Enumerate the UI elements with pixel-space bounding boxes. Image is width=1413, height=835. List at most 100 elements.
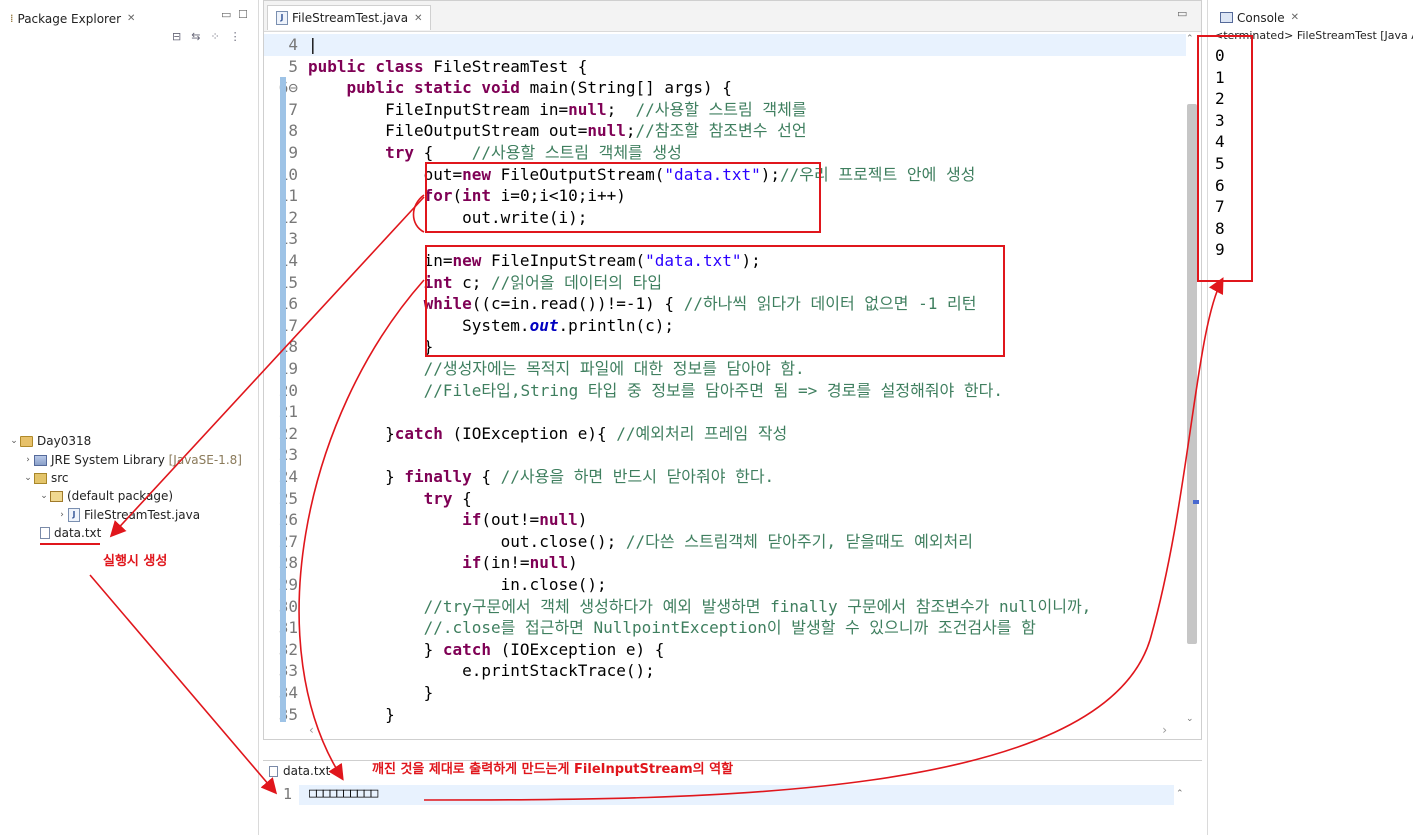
code-text: if(out!=null) <box>462 510 588 530</box>
minimize-icon[interactable]: ▭ <box>1177 7 1187 20</box>
text-cursor: | <box>308 35 318 54</box>
package-explorer-view: ⁞ Package Explorer ✕ ▭ ☐ ⊟ ⇆ ⁘ ⋮ ⌄ Day03… <box>0 0 259 835</box>
code-text: out.close(); //다쓴 스트림객체 닫아주기, 닫을때도 예외처리 <box>308 531 974 551</box>
tree-item-java-file[interactable]: › J FileStreamTest.java <box>56 506 200 524</box>
java-file-icon: J <box>68 508 80 522</box>
vertical-scrollbar[interactable]: ⌃ <box>1176 785 1188 835</box>
chevron-down-icon[interactable]: ⌄ <box>38 491 50 501</box>
library-icon <box>34 454 47 466</box>
explorer-tabbar: ⁞ Package Explorer ✕ ▭ ☐ <box>0 0 258 30</box>
editor-tab-label: FileStreamTest.java <box>292 11 409 25</box>
scroll-down-icon[interactable]: ⌄ <box>1186 714 1194 724</box>
code-line[interactable]: 24 } finally { //사용을 하면 반드시 닫아줘야 한다. <box>264 466 1186 488</box>
code-line[interactable]: 25 try { <box>264 488 1186 510</box>
close-icon[interactable]: ✕ <box>414 13 422 24</box>
code-line[interactable]: 32 } catch (IOException e) { <box>264 639 1186 661</box>
code-line[interactable]: 31 //.close를 접근하면 NullpointException이 발생… <box>264 617 1186 639</box>
chevron-right-icon[interactable]: › <box>56 510 68 520</box>
maximize-icon[interactable]: ☐ <box>238 8 248 21</box>
chevron-down-icon[interactable]: ⌄ <box>8 436 20 446</box>
code-line[interactable]: 4 | <box>264 34 1186 56</box>
close-icon[interactable]: ✕ <box>127 13 135 24</box>
code-line[interactable]: 9 try { //사용할 스트림 객체를 생성 <box>264 142 1186 164</box>
code-text: } <box>308 337 434 357</box>
code-text: if(in!=null) <box>462 553 578 573</box>
code-line[interactable]: 6⊖ public static void main(String[] args… <box>264 77 1186 99</box>
package-icon <box>50 490 63 502</box>
annotation-underline <box>40 543 100 545</box>
annotation-created-on-run: 실행시 생성 <box>103 554 168 569</box>
project-label: Day0318 <box>37 434 92 448</box>
code-line[interactable]: 22 }catch (IOException e){ //예외처리 프레임 작성 <box>264 423 1186 445</box>
package-label: (default package) <box>67 489 174 503</box>
code-line[interactable]: 34 } <box>264 682 1186 704</box>
minimize-icon[interactable]: ▭ <box>221 8 231 21</box>
code-line[interactable]: 29 in.close(); <box>264 574 1186 596</box>
code-line[interactable]: 28 if(in!=null) <box>264 552 1186 574</box>
view-menu-icon[interactable]: ⋮ <box>230 30 241 43</box>
code-line[interactable]: 26 if(out!=null) <box>264 509 1186 531</box>
editor-tabbar: J FileStreamTest.java ✕ ▭ <box>264 1 1201 32</box>
source-folder-icon <box>34 472 47 484</box>
tab-console[interactable]: Console ✕ <box>1212 5 1307 30</box>
chevron-right-icon[interactable]: › <box>22 455 34 465</box>
code-text: try { //사용할 스트림 객체를 생성 <box>385 143 682 162</box>
code-line[interactable]: 30 //try구문에서 객체 생성하다가 예외 발생하면 finally 구문… <box>264 596 1186 618</box>
tree-item-data-file[interactable]: data.txt <box>40 524 101 542</box>
src-label: src <box>51 471 69 485</box>
code-text: } <box>308 683 434 702</box>
line-number: 4 <box>288 35 298 54</box>
change-ruler <box>280 77 286 722</box>
text-file-icon <box>269 765 278 777</box>
overview-marker[interactable] <box>1193 500 1199 504</box>
tree-item-package[interactable]: ⌄ (default package) <box>38 487 173 505</box>
close-icon[interactable]: ✕ <box>1291 12 1299 23</box>
code-text: e.printStackTrace(); <box>308 661 655 681</box>
scroll-left-icon[interactable]: ‹ <box>309 723 314 737</box>
code-line[interactable]: 33 e.printStackTrace(); <box>264 660 1186 682</box>
code-area[interactable]: 4 | 5 public class FileStreamTest {6⊖ publi… <box>264 34 1186 724</box>
current-line-highlight <box>299 785 1174 805</box>
code-line[interactable]: 35 } <box>264 704 1186 724</box>
tree-item-src[interactable]: ⌄ src <box>22 469 69 487</box>
scrollbar-thumb[interactable] <box>1187 104 1197 644</box>
tab-package-explorer[interactable]: ⁞ Package Explorer ✕ <box>2 6 143 31</box>
data-tab-label: data.txt <box>283 764 331 778</box>
console-title: Console <box>1237 10 1285 25</box>
code-text: //생성자에는 목적지 파일에 대한 정보를 담아야 함. <box>423 359 805 378</box>
code-text: } <box>308 704 395 724</box>
project-folder-icon <box>20 435 33 447</box>
tab-filestreamtest[interactable]: J FileStreamTest.java ✕ <box>267 5 432 30</box>
code-text: //try구문에서 객체 생성하다가 예외 발생하면 finally 구문에서 … <box>423 596 1092 616</box>
code-text: public static void main(String[] args) { <box>346 78 732 98</box>
scroll-up-icon[interactable]: ⌃ <box>1176 789 1184 799</box>
highlight-box-output <box>425 162 821 233</box>
tab-data-file[interactable]: data.txt <box>269 764 330 778</box>
java-editor: J FileStreamTest.java ✕ ▭ 4 | 5 public clas… <box>263 0 1202 740</box>
code-line[interactable]: 21 <box>264 401 1186 423</box>
data-file-content[interactable]: □□□□□□□□□□ <box>309 786 378 801</box>
code-line[interactable]: 20 //File타입,String 타입 중 정보를 담아주면 됨 => 경로… <box>264 380 1186 402</box>
code-text: public class FileStreamTest { <box>308 56 588 76</box>
line-number: 5 <box>288 56 298 76</box>
code-text: FileOutputStream out=null;//참조할 참조변수 선언 <box>308 121 807 141</box>
code-line[interactable]: 23 <box>264 444 1186 466</box>
tree-item-project[interactable]: ⌄ Day0318 <box>8 432 91 450</box>
horizontal-scrollbar[interactable]: ‹ › <box>309 723 1167 737</box>
tree-item-jre[interactable]: › JRE System Library [JavaSE-1.8] <box>22 451 242 469</box>
code-line[interactable]: 8 FileOutputStream out=null;//참조할 참조변수 선… <box>264 120 1186 142</box>
chevron-down-icon[interactable]: ⌄ <box>22 473 34 483</box>
scroll-up-icon[interactable]: ⌃ <box>1186 34 1194 44</box>
focus-icon[interactable]: ⁘ <box>210 30 219 43</box>
package-explorer-icon: ⁞ <box>10 12 14 25</box>
explorer-toolbar: ⊟ ⇆ ⁘ ⋮ <box>172 30 241 43</box>
code-text: in.close(); <box>308 575 607 594</box>
collapse-all-icon[interactable]: ⊟ <box>172 30 181 43</box>
link-with-editor-icon[interactable]: ⇆ <box>191 30 200 43</box>
code-line[interactable]: 19 //생성자에는 목적지 파일에 대한 정보를 담아야 함. <box>264 358 1186 380</box>
scroll-right-icon[interactable]: › <box>1162 723 1167 737</box>
code-line[interactable]: 27 out.close(); //다쓴 스트림객체 닫아주기, 닫을때도 예외… <box>264 531 1186 553</box>
highlight-box-input <box>425 245 1005 357</box>
code-line[interactable]: 7 FileInputStream in=null; //사용할 스트림 객체를 <box>264 99 1186 121</box>
code-line[interactable]: 5 public class FileStreamTest { <box>264 56 1186 78</box>
